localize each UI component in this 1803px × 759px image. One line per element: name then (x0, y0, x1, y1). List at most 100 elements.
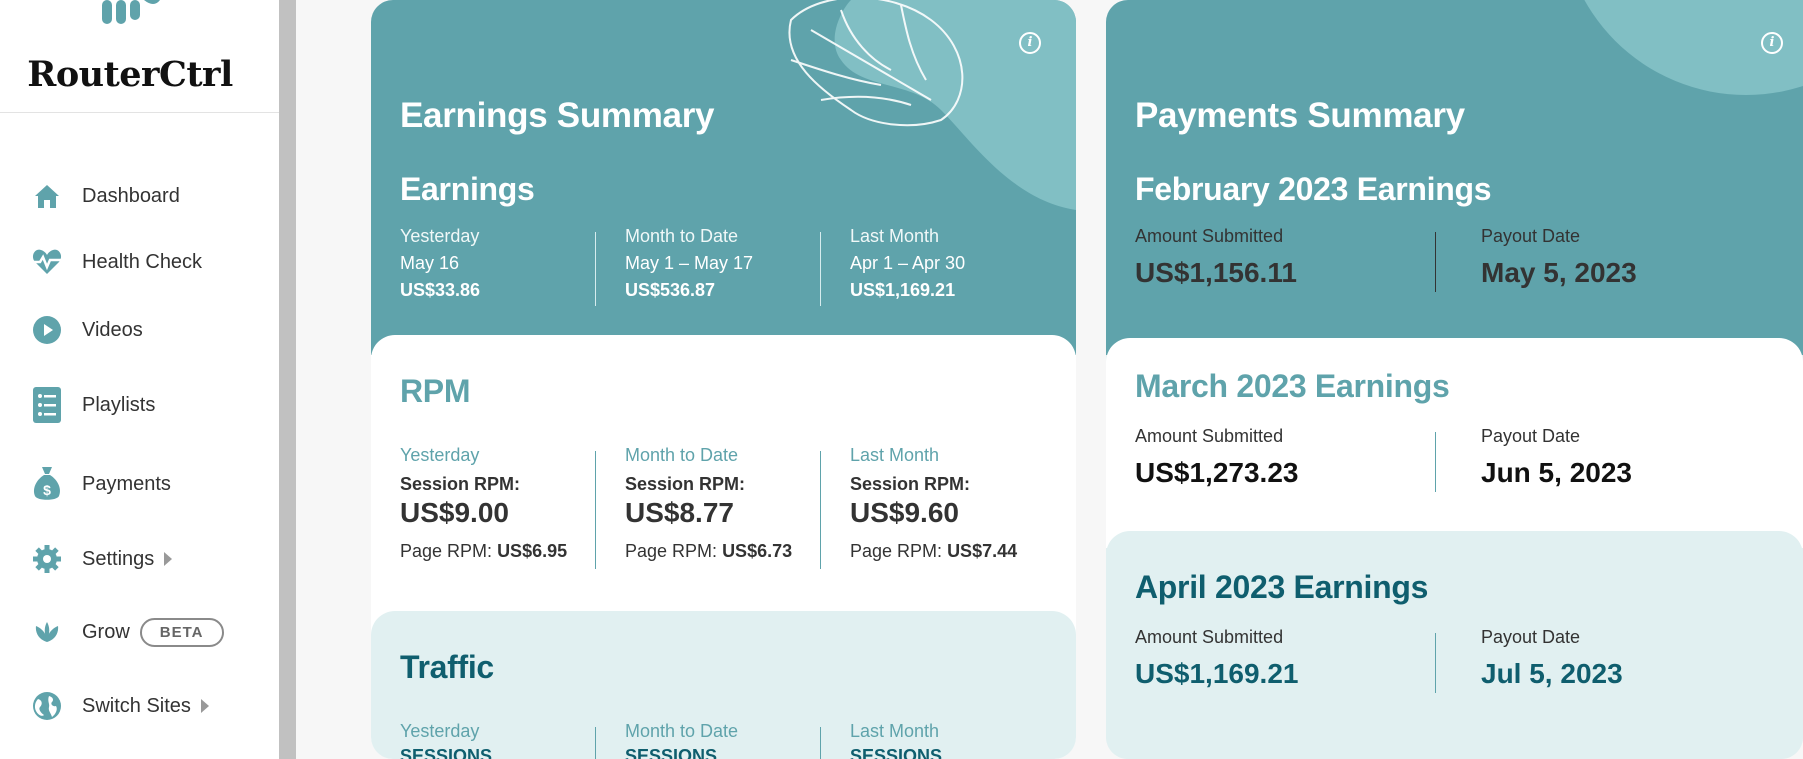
payment-period-title: April 2023 Earnings (1135, 569, 1429, 605)
payout-date: Payout Date May 5, 2023 (1481, 226, 1637, 289)
sidebar: RouterCtrl Dashboard Health Check Videos… (0, 0, 279, 759)
payout-label: Payout Date (1481, 226, 1581, 246)
session-rpm-label: Session RPM: (625, 474, 746, 494)
amount-submitted: Amount Submitted US$1,273.23 (1135, 426, 1298, 489)
col-amount: US$1,169.21 (850, 280, 956, 300)
col-label: Last Month (850, 226, 940, 246)
sidebar-item-videos[interactable]: Videos (30, 310, 143, 350)
earnings-summary-card: i Earnings Summary Earnings Yesterday Ma… (371, 0, 1076, 759)
payout-value: May 5, 2023 (1481, 257, 1637, 288)
sidebar-item-label: Playlists (82, 393, 156, 416)
gear-icon (30, 542, 64, 576)
caret-right-icon (200, 699, 209, 713)
page-rpm-label: Page RPM: (625, 541, 718, 561)
sidebar-scrollbar[interactable] (279, 0, 296, 759)
amount-value: US$1,169.21 (1135, 658, 1299, 689)
logo-icon (98, 0, 168, 26)
col-label: Month to Date (625, 226, 739, 246)
rpm-col-month-to-date: Month to Date Session RPM: US$8.77 Page … (625, 445, 792, 562)
info-icon[interactable]: i (1761, 32, 1783, 54)
earnings-summary-title: Earnings Summary (400, 96, 715, 135)
payments-summary-card: i Payments Summary February 2023 Earning… (1106, 0, 1803, 759)
leaf-icon (30, 615, 64, 649)
sidebar-item-label: Payments (82, 472, 171, 495)
brand-name: RouterCtrl (27, 54, 233, 95)
rpm-col-last-month: Last Month Session RPM: US$9.60 Page RPM… (850, 445, 1017, 562)
sidebar-item-playlists[interactable]: Playlists (30, 385, 155, 425)
traffic-title: Traffic (400, 649, 494, 685)
sidebar-item-switch-sites[interactable]: Switch Sites (30, 686, 209, 726)
divider (595, 451, 596, 569)
caret-right-icon (164, 552, 173, 566)
page-rpm-value: US$6.73 (722, 541, 793, 561)
col-range: May 1 – May 17 (625, 253, 754, 273)
page-rpm-label: Page RPM: (850, 541, 943, 561)
traffic-col-month-to-date: Month to Date SESSIONS (625, 721, 738, 759)
payout-value: Jun 5, 2023 (1481, 457, 1632, 488)
sidebar-item-settings[interactable]: Settings (30, 539, 173, 579)
sidebar-item-label: Settings (82, 547, 155, 570)
checklist-icon (30, 387, 64, 423)
earnings-subtitle: Earnings (400, 171, 535, 207)
amount-label: Amount Submitted (1135, 627, 1284, 647)
sidebar-item-label: Videos (82, 318, 143, 341)
session-rpm-value: US$9.00 (400, 497, 509, 528)
traffic-col-last-month: Last Month SESSIONS (850, 721, 942, 759)
info-icon[interactable]: i (1019, 32, 1041, 54)
sidebar-item-health-check[interactable]: Health Check (30, 242, 202, 282)
page-rpm: Page RPM: US$6.95 (400, 541, 567, 562)
amount-value: US$1,273.23 (1135, 457, 1299, 488)
payout-value: Jul 5, 2023 (1481, 658, 1623, 689)
session-rpm-value: US$8.77 (625, 497, 734, 528)
rpm-title: RPM (400, 373, 471, 409)
svg-text:$: $ (43, 482, 51, 498)
divider (595, 727, 596, 759)
col-label: Month to Date (625, 721, 739, 741)
metric-label: SESSIONS (400, 746, 493, 759)
sidebar-item-label: Grow (82, 620, 130, 643)
divider (1435, 432, 1436, 492)
earnings-col-yesterday: Yesterday May 16 US$33.86 (400, 226, 480, 301)
money-bag-icon: $ (30, 467, 64, 501)
col-label: Yesterday (400, 445, 480, 465)
amount-value: US$1,156.11 (1135, 257, 1297, 288)
earnings-header: i Earnings Summary Earnings Yesterday Ma… (371, 0, 1076, 355)
heartbeat-icon (30, 245, 64, 279)
payments-summary-title: Payments Summary (1135, 96, 1465, 135)
divider (595, 232, 596, 306)
divider (1435, 232, 1436, 292)
page-rpm-value: US$6.95 (497, 541, 568, 561)
payout-date: Payout Date Jun 5, 2023 (1481, 426, 1632, 489)
payout-label: Payout Date (1481, 426, 1581, 446)
traffic-section: Traffic Yesterday SESSIONS Month to Date… (371, 611, 1076, 759)
rpm-col-yesterday: Yesterday Session RPM: US$9.00 Page RPM:… (400, 445, 567, 562)
divider (1435, 633, 1436, 693)
earnings-col-month-to-date: Month to Date May 1 – May 17 US$536.87 (625, 226, 753, 301)
page-rpm: Page RPM: US$6.73 (625, 541, 792, 562)
payment-period-section: April 2023 Earnings Amount Submitted US$… (1106, 531, 1803, 759)
col-range: May 16 (400, 253, 460, 273)
col-label: Last Month (850, 445, 940, 465)
sidebar-item-label: Health Check (82, 250, 203, 273)
col-label: Yesterday (400, 226, 480, 246)
page-rpm-value: US$7.44 (947, 541, 1018, 561)
earnings-col-last-month: Last Month Apr 1 – Apr 30 US$1,169.21 (850, 226, 965, 301)
amount-label: Amount Submitted (1135, 226, 1284, 246)
col-label: Month to Date (625, 445, 739, 465)
amount-submitted: Amount Submitted US$1,169.21 (1135, 627, 1298, 690)
house-icon (30, 179, 64, 213)
col-label: Last Month (850, 721, 940, 741)
divider (820, 727, 821, 759)
sidebar-item-dashboard[interactable]: Dashboard (30, 176, 180, 216)
divider (820, 232, 821, 306)
sidebar-item-label: Dashboard (82, 184, 180, 207)
amount-label: Amount Submitted (1135, 426, 1284, 446)
payments-header: i Payments Summary February 2023 Earning… (1106, 0, 1803, 355)
page-rpm-label: Page RPM: (400, 541, 493, 561)
sidebar-item-payments[interactable]: $ Payments (30, 464, 171, 504)
beta-badge: BETA (139, 617, 224, 647)
payment-period-section: March 2023 Earnings Amount Submitted US$… (1106, 338, 1803, 548)
payout-label: Payout Date (1481, 627, 1581, 647)
divider (820, 451, 821, 569)
sidebar-item-grow[interactable]: Grow BETA (30, 612, 224, 652)
